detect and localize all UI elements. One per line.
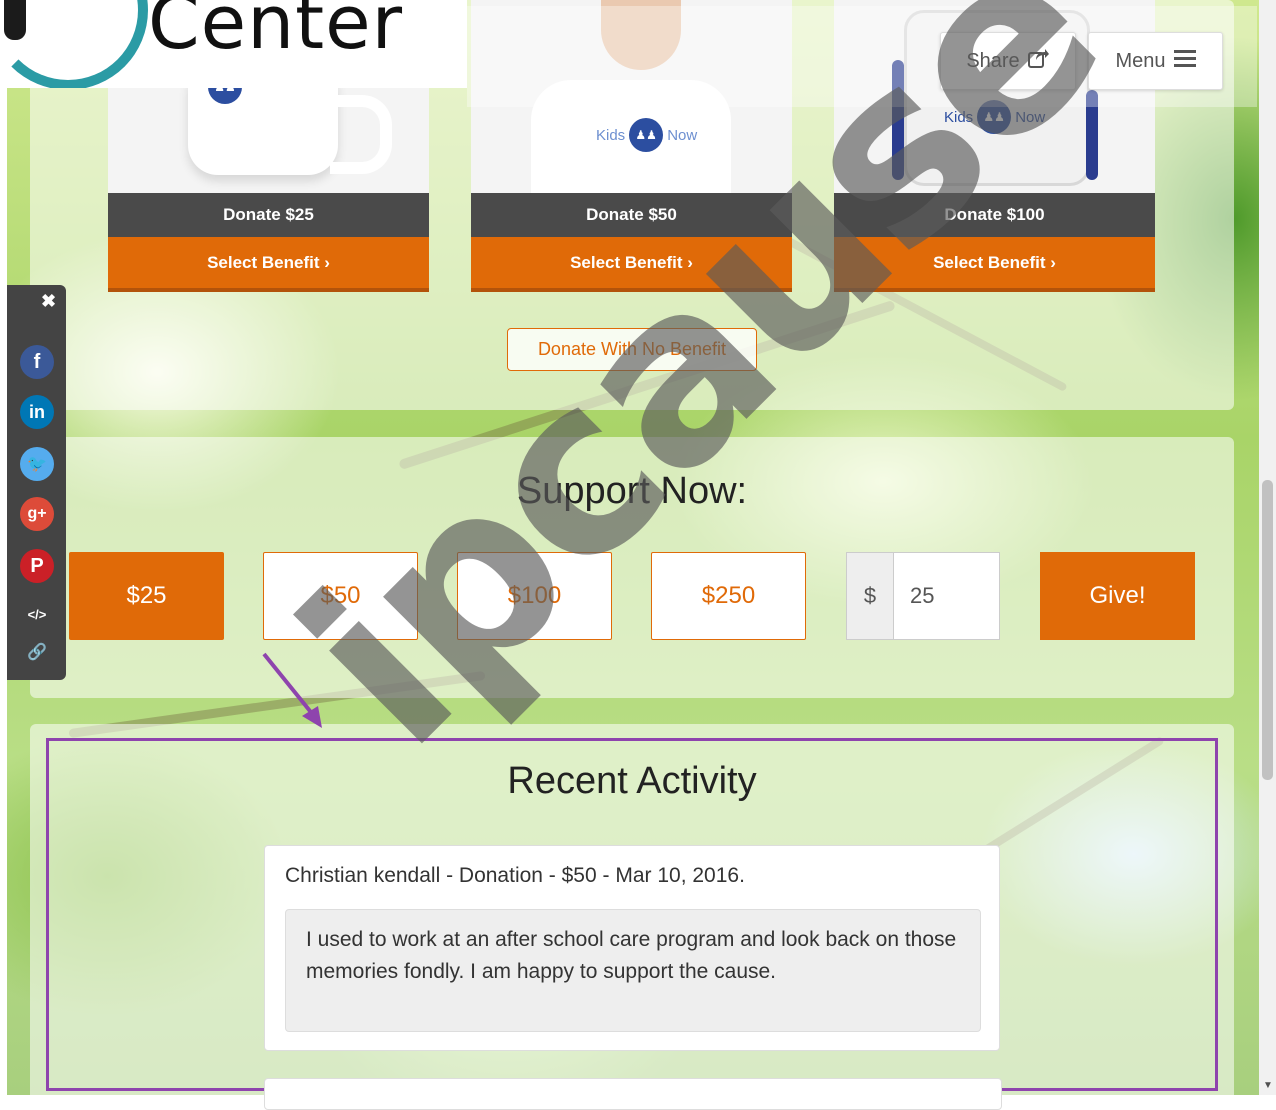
share-icon	[1027, 48, 1050, 74]
activity-comment: I used to work at an after school care p…	[285, 909, 981, 1032]
donate-no-benefit-button[interactable]: Donate With No Benefit	[507, 328, 757, 371]
logo-text: Center	[148, 0, 404, 66]
amount-50-button[interactable]: $50	[263, 552, 418, 640]
close-icon[interactable]: ✖	[41, 291, 56, 312]
scrollbar[interactable]: ▼	[1259, 0, 1276, 1095]
share-button[interactable]: Share	[940, 32, 1076, 90]
menu-label: Menu	[1115, 49, 1166, 72]
share-label: Share	[966, 49, 1020, 72]
amount-250-button[interactable]: $250	[651, 552, 806, 640]
link-icon[interactable]: 🔗	[20, 635, 54, 669]
select-benefit-button[interactable]: Select Benefit ›	[471, 237, 792, 292]
activity-item: Christian kendall - Donation - $50 - Mar…	[264, 845, 1000, 1051]
benefit-price: Donate $25	[108, 193, 429, 237]
scroll-thumb[interactable]	[1262, 480, 1273, 780]
benefit-price: Donate $50	[471, 193, 792, 237]
google-plus-icon[interactable]: g+	[20, 497, 54, 531]
give-button[interactable]: Give!	[1040, 552, 1195, 640]
select-benefit-button[interactable]: Select Benefit ›	[834, 237, 1155, 292]
twitter-icon[interactable]: 🐦	[20, 447, 54, 481]
menu-button[interactable]: Menu	[1088, 32, 1223, 90]
activity-item	[264, 1078, 1002, 1110]
support-title: Support Now:	[516, 470, 748, 512]
pinterest-icon[interactable]: P	[20, 549, 54, 583]
hamburger-icon	[1173, 49, 1196, 73]
recent-title: Recent Activity	[507, 760, 757, 802]
custom-amount-input[interactable]	[893, 552, 1000, 640]
scroll-down-icon[interactable]: ▼	[1263, 1080, 1273, 1091]
benefit-price: Donate $100	[834, 193, 1155, 237]
embed-icon[interactable]: </>	[20, 597, 54, 631]
kids-now-logo-icon: ♟♟	[629, 118, 664, 152]
facebook-icon[interactable]: f	[20, 345, 54, 379]
amount-25-button[interactable]: $25	[69, 552, 224, 640]
share-sidebar: ✖ f in 🐦 g+ P </> 🔗	[7, 285, 66, 680]
amount-100-button[interactable]: $100	[457, 552, 612, 640]
site-logo[interactable]: Center	[0, 0, 467, 88]
select-benefit-button[interactable]: Select Benefit ›	[108, 237, 429, 292]
currency-addon: $	[846, 552, 894, 640]
annotation-arrow-icon	[262, 652, 322, 728]
activity-header: Christian kendall - Donation - $50 - Mar…	[285, 864, 745, 887]
linkedin-icon[interactable]: in	[20, 395, 54, 429]
